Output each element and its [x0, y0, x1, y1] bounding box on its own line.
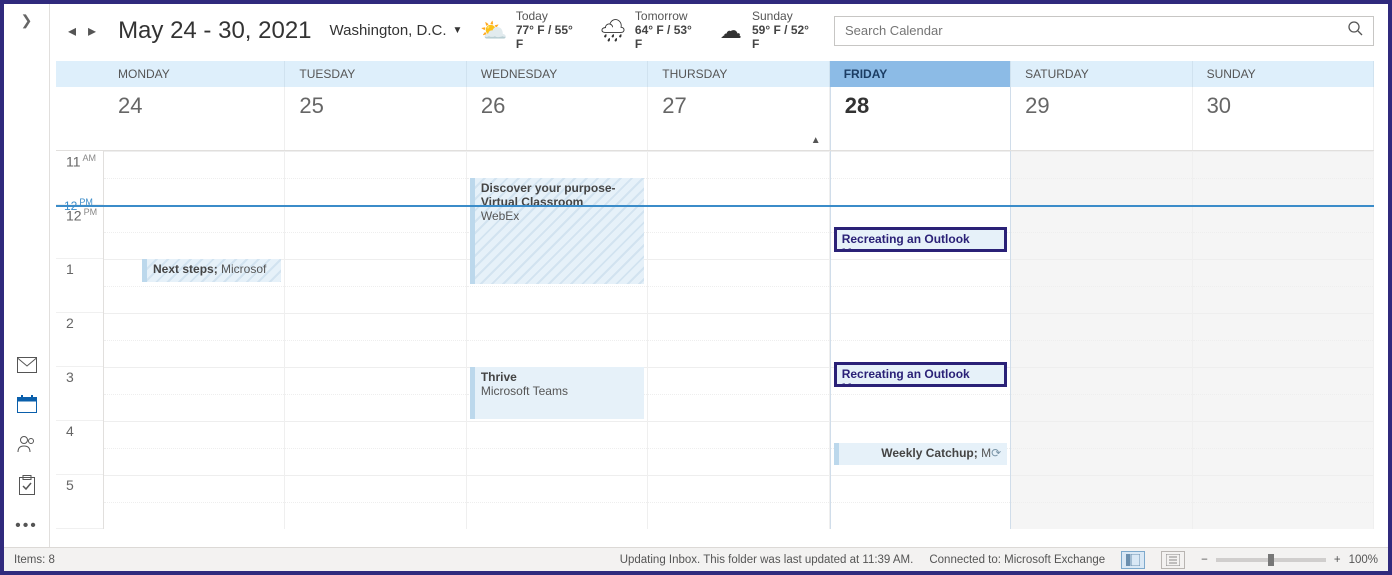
- expand-allday-icon[interactable]: ▲: [811, 135, 821, 146]
- weather-temp: 77° F / 55° F: [516, 24, 579, 52]
- recurring-icon: ⟳: [991, 446, 1001, 460]
- weather-label: Tomorrow: [635, 10, 698, 24]
- search-input[interactable]: [845, 23, 1348, 38]
- location-selector[interactable]: Washington, D.C. ▼: [330, 22, 463, 39]
- weather-icon-cloudy-icon: ☁: [717, 18, 744, 44]
- mail-icon[interactable]: [17, 357, 37, 373]
- calendar-event[interactable]: Recreating an Outlook Meet: [834, 362, 1007, 387]
- time-label: 2: [56, 313, 103, 367]
- weather-label: Today: [516, 10, 579, 24]
- status-bar: Items: 8 Updating Inbox. This folder was…: [4, 547, 1388, 571]
- day-dates-row: 24 25 26 27▲ 28 29 30: [56, 87, 1374, 151]
- day-header-thu[interactable]: THURSDAY: [648, 61, 829, 87]
- weather-tomorrow[interactable]: 🌧 Tomorrow 64° F / 53° F: [599, 10, 698, 51]
- calendar-event[interactable]: Weekly Catchup; M⟳: [834, 443, 1007, 465]
- time-label: 11AM: [56, 151, 103, 205]
- view-normal-button[interactable]: [1121, 551, 1145, 569]
- zoom-in-button[interactable]: +: [1334, 554, 1341, 566]
- calendar-event[interactable]: Next steps; Microsof: [142, 259, 281, 281]
- day-header-tue[interactable]: TUESDAY: [285, 61, 466, 87]
- weather-icon-rain-icon: 🌧: [599, 18, 627, 44]
- chevron-down-icon: ▼: [453, 25, 463, 36]
- day-column-fri[interactable]: Recreating an Outlook Meet Recreating an …: [830, 151, 1011, 529]
- day-column-sat[interactable]: [1011, 151, 1192, 529]
- day-column-mon[interactable]: Next steps; Microsof: [104, 151, 285, 529]
- calendar-event[interactable]: ThriveMicrosoft Teams: [470, 367, 644, 419]
- weather-label: Sunday: [752, 10, 816, 24]
- calendar-event[interactable]: Discover your purpose- Virtual Classroom…: [470, 178, 644, 284]
- status-updating: Updating Inbox. This folder was last upd…: [620, 554, 914, 566]
- weather-today[interactable]: ⛅ Today 77° F / 55° F: [480, 10, 579, 51]
- day-date-tue[interactable]: 25: [285, 87, 466, 150]
- day-header-fri[interactable]: FRIDAY: [830, 61, 1011, 87]
- day-column-wed[interactable]: Discover your purpose- Virtual Classroom…: [467, 151, 648, 529]
- day-date-sun[interactable]: 30: [1193, 87, 1374, 150]
- day-date-mon[interactable]: 24: [104, 87, 285, 150]
- people-icon[interactable]: [17, 435, 37, 453]
- day-date-thu[interactable]: 27▲: [648, 87, 829, 150]
- day-header-mon[interactable]: MONDAY: [104, 61, 285, 87]
- day-column-sun[interactable]: [1193, 151, 1374, 529]
- status-items: Items: 8: [14, 554, 55, 566]
- status-connected: Connected to: Microsoft Exchange: [929, 554, 1105, 566]
- time-label: 12PM: [56, 205, 103, 259]
- day-header-wed[interactable]: WEDNESDAY: [467, 61, 648, 87]
- location-label: Washington, D.C.: [330, 22, 447, 39]
- weather-sunday[interactable]: ☁ Sunday 59° F / 52° F: [717, 10, 816, 51]
- more-icon[interactable]: •••: [15, 517, 38, 535]
- day-date-fri[interactable]: 28: [830, 87, 1011, 150]
- time-label: 5: [56, 475, 103, 529]
- day-date-sat[interactable]: 29: [1011, 87, 1192, 150]
- weather-icon-partly-sunny-icon: ⛅: [480, 18, 507, 44]
- view-reading-button[interactable]: [1161, 551, 1185, 569]
- tasks-icon[interactable]: [18, 475, 36, 495]
- calendar-toolbar: ◂ ▸ May 24 - 30, 2021 Washington, D.C. ▼…: [50, 4, 1388, 61]
- time-label: 4: [56, 421, 103, 475]
- zoom-value: 100%: [1349, 554, 1378, 566]
- next-week-button[interactable]: ▸: [84, 19, 100, 43]
- time-label: 1: [56, 259, 103, 313]
- day-header-sat[interactable]: SATURDAY: [1011, 61, 1192, 87]
- weather-strip: ⛅ Today 77° F / 55° F 🌧 Tomorrow 64° F /…: [480, 10, 816, 51]
- day-column-tue[interactable]: [285, 151, 466, 529]
- date-range-label: May 24 - 30, 2021: [118, 17, 311, 45]
- zoom-slider[interactable]: [1216, 558, 1326, 562]
- day-header-row: MONDAY TUESDAY WEDNESDAY THURSDAY FRIDAY…: [56, 61, 1374, 87]
- search-calendar-box[interactable]: [834, 16, 1374, 46]
- prev-week-button[interactable]: ◂: [64, 19, 80, 43]
- day-header-sun[interactable]: SUNDAY: [1193, 61, 1374, 87]
- expand-nav-icon[interactable]: ❯: [21, 12, 33, 29]
- weather-temp: 59° F / 52° F: [752, 24, 816, 52]
- zoom-out-button[interactable]: −: [1201, 554, 1208, 566]
- weather-temp: 64° F / 53° F: [635, 24, 698, 52]
- left-nav-rail: ❯ •••: [4, 4, 50, 547]
- time-label: 3: [56, 367, 103, 421]
- calendar-event[interactable]: Recreating an Outlook Meet: [834, 227, 1007, 252]
- search-icon[interactable]: [1348, 21, 1363, 40]
- day-column-thu[interactable]: [648, 151, 829, 529]
- zoom-control[interactable]: − + 100%: [1201, 554, 1378, 566]
- calendar-icon[interactable]: [17, 395, 37, 413]
- day-date-wed[interactable]: 26: [467, 87, 648, 150]
